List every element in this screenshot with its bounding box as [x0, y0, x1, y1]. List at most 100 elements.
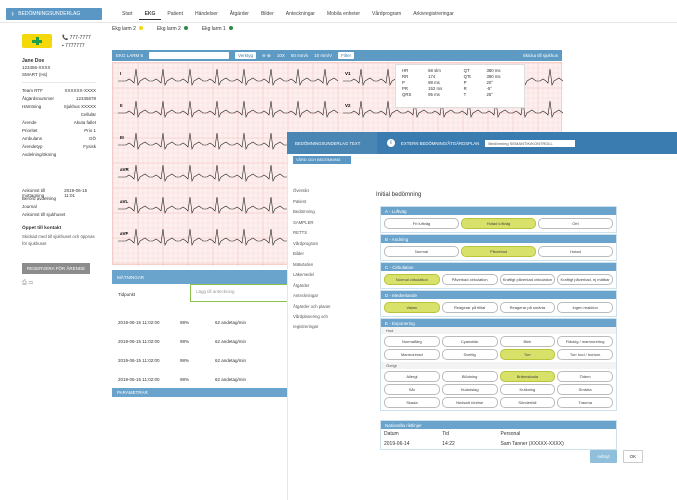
patient-row: Team RTF XXXXXX-XXXX [22, 88, 96, 93]
menu-item[interactable]: Bedömning [293, 207, 348, 218]
tab-3[interactable]: Händelser [189, 8, 224, 20]
option-button[interactable]: Sönderfall [499, 397, 556, 408]
option-button[interactable]: Allergi [384, 371, 440, 382]
menu-item[interactable]: Vårdprogram [293, 239, 348, 250]
menu-item[interactable]: SAMPLER [293, 218, 348, 229]
menu-item[interactable]: RETTS [293, 228, 348, 239]
option-button[interactable]: Svettig [441, 349, 498, 360]
menu-item[interactable]: Vårdplanering och registreringar [293, 312, 348, 329]
modal-left-tab[interactable]: BEDÖMNINGSUNDERLAG TEXT [287, 132, 377, 154]
zoom-level[interactable]: 10X [277, 53, 285, 58]
speed[interactable]: 50 mm/s [291, 53, 308, 58]
export-button[interactable]: Skicka till sjukhus [523, 53, 558, 58]
option-button[interactable]: Trauma [557, 397, 613, 408]
option-button[interactable]: Påverkad cirkulation [441, 274, 498, 285]
lead-select[interactable] [149, 52, 230, 59]
phone-primary: 📞 777-7777 [62, 35, 91, 41]
reserve-button[interactable]: RESERVERA FÖR ÄRENDE [22, 263, 90, 274]
option-button[interactable]: Normal [384, 246, 459, 257]
option-button[interactable]: Normal cirkulation [384, 274, 440, 285]
option-button[interactable]: Marmorerad [384, 349, 440, 360]
option-button[interactable]: Fläckig / marmorering [557, 336, 613, 347]
annotation-input[interactable]: Lägg till anteckning [190, 284, 292, 302]
option-button[interactable]: Kraftigt påverkad, ej mätbar [557, 274, 613, 285]
lead-label: II [120, 103, 123, 108]
option-button[interactable]: Ingen reaktion [557, 302, 613, 313]
tab-9[interactable]: Arkivregistreringar [407, 8, 460, 20]
menu-item[interactable]: Översikt [293, 186, 348, 197]
table-row[interactable]: 2019-06-15 11:02:00 98% 62 andetag/min [118, 358, 288, 363]
option-button[interactable]: Skada [384, 397, 440, 408]
abort-button[interactable]: Avbryt [590, 450, 617, 463]
parameters-header: PARAMETRAR [112, 388, 292, 397]
option-button[interactable]: Normalfärg [384, 336, 440, 347]
tab-8[interactable]: Vårdprogram [366, 8, 407, 20]
tab-7[interactable]: Mobila enheter [321, 8, 366, 20]
option-button[interactable]: Ödem [557, 371, 613, 382]
table-row[interactable]: 2019-06-15 11:02:00 98% 62 andetag/min [118, 320, 288, 325]
option-button[interactable]: Vaken [384, 302, 440, 313]
assessment-basis-button[interactable]: ⚕ BEDÖMNINGSUNDERLAG [6, 8, 102, 20]
modal-buttons: Avbryt OK [590, 450, 644, 463]
option-button[interactable]: Fri luftväg [384, 218, 459, 229]
assessment-section: A - Luftväg Fri luftväg Hotad luftväg Ofri [380, 206, 617, 233]
option-button[interactable]: Reagerar på tilltal [441, 302, 498, 313]
table-row[interactable]: 2019-06-14 14:22 Sam Tanner (XXXXX-XXXX) [381, 439, 616, 449]
menu-item[interactable]: Patient [293, 197, 348, 208]
option-button[interactable]: Kraftigt påverkad cirkulation [499, 274, 556, 285]
main-tabs: Start EKG Patient Händelser Åtgärder Bilder An… [116, 8, 460, 20]
option-button[interactable]: Reagerar på smärta [499, 302, 556, 313]
menu-item[interactable]: Åtgärder och planer [293, 302, 348, 313]
option-button[interactable]: Blek [499, 336, 556, 347]
print-icon[interactable]: ⎙ ▭ [22, 280, 33, 287]
option-button[interactable]: Smärta [557, 384, 613, 395]
tools-button[interactable]: Verktyg [235, 52, 257, 59]
option-button[interactable]: Hotad luftväg [461, 218, 536, 229]
lead-label: V1 [345, 71, 351, 76]
tab-0[interactable]: Start [116, 8, 139, 20]
ecg-tab[interactable]: Ekg larm 2 [112, 26, 143, 32]
option-button[interactable]: Brännskada [499, 371, 556, 382]
zoom-icon[interactable]: ⊖ ⊕ [262, 53, 271, 59]
status-dot-icon [228, 26, 233, 30]
menu-item[interactable]: Bilder [293, 249, 348, 260]
patient-name: Jane Doe [22, 58, 45, 64]
tab-2[interactable]: Patient [161, 8, 189, 20]
ok-button[interactable]: OK [622, 450, 644, 463]
tab-4[interactable]: Åtgärder [224, 8, 255, 20]
option-button[interactable]: Torr hud / bortom [557, 349, 613, 360]
gain[interactable]: 10 mm/V [314, 53, 332, 58]
option-button[interactable]: Kräkning [499, 384, 556, 395]
option-button[interactable]: Blödning [441, 371, 498, 382]
ecg-tabs: Ekg larm 2 Ekg larm 2 Ekg larm 1 [112, 26, 233, 32]
care-tab[interactable]: VÅRD OCH BEDÖMNING [293, 156, 351, 164]
menu-item[interactable]: Anteckningar [293, 291, 348, 302]
tab-5[interactable]: Bilder [255, 8, 280, 20]
lead-label: I [120, 71, 121, 76]
tab-6[interactable]: Anteckningar [280, 8, 321, 20]
option-button[interactable]: Cyanotisk [441, 336, 498, 347]
lead-label: EKG LARM 5 [116, 53, 144, 58]
patient-row: Ärendetyp Fysisk [22, 144, 96, 149]
assessment-section: D - Medvetande Vaken Reagerar på tilltal Re… [380, 290, 617, 317]
option-button[interactable]: Sår [384, 384, 440, 395]
table-row[interactable]: 2019-06-15 11:02:00 98% 62 andetag/min [118, 377, 288, 382]
menu-item[interactable]: Mätvärden [293, 260, 348, 271]
guidelines-section: Nationella riktlinjer Datum Tid Personal 201… [380, 420, 617, 450]
option-button[interactable]: Påverkad [461, 246, 536, 257]
option-button[interactable]: Hotad [538, 246, 613, 257]
menu-item[interactable]: Läkemedel [293, 270, 348, 281]
assessment-dropdown[interactable]: Bedömning SEMANTIK/KONTROLL [485, 139, 576, 147]
patient-pnr: 123456-XXXX [22, 65, 51, 70]
assessment-section: C - Cirkulation Normal cirkulation Påverka… [380, 262, 617, 289]
option-button[interactable]: Torr [499, 349, 556, 360]
menu-item[interactable]: Åtgärder [293, 281, 348, 292]
table-row[interactable]: 2019-06-15 11:02:00 98% 62 andetag/min [118, 339, 288, 344]
ecg-tab[interactable]: Ekg larm 1 [202, 26, 233, 32]
option-button[interactable]: Nedsatt rörelse [441, 397, 498, 408]
option-button[interactable]: Hudutslag [441, 384, 498, 395]
tab-1[interactable]: EKG [138, 8, 162, 20]
ecg-tab[interactable]: Ekg larm 2 [157, 26, 188, 32]
filter-button[interactable]: Filter [338, 52, 355, 59]
option-button[interactable]: Ofri [538, 218, 613, 229]
